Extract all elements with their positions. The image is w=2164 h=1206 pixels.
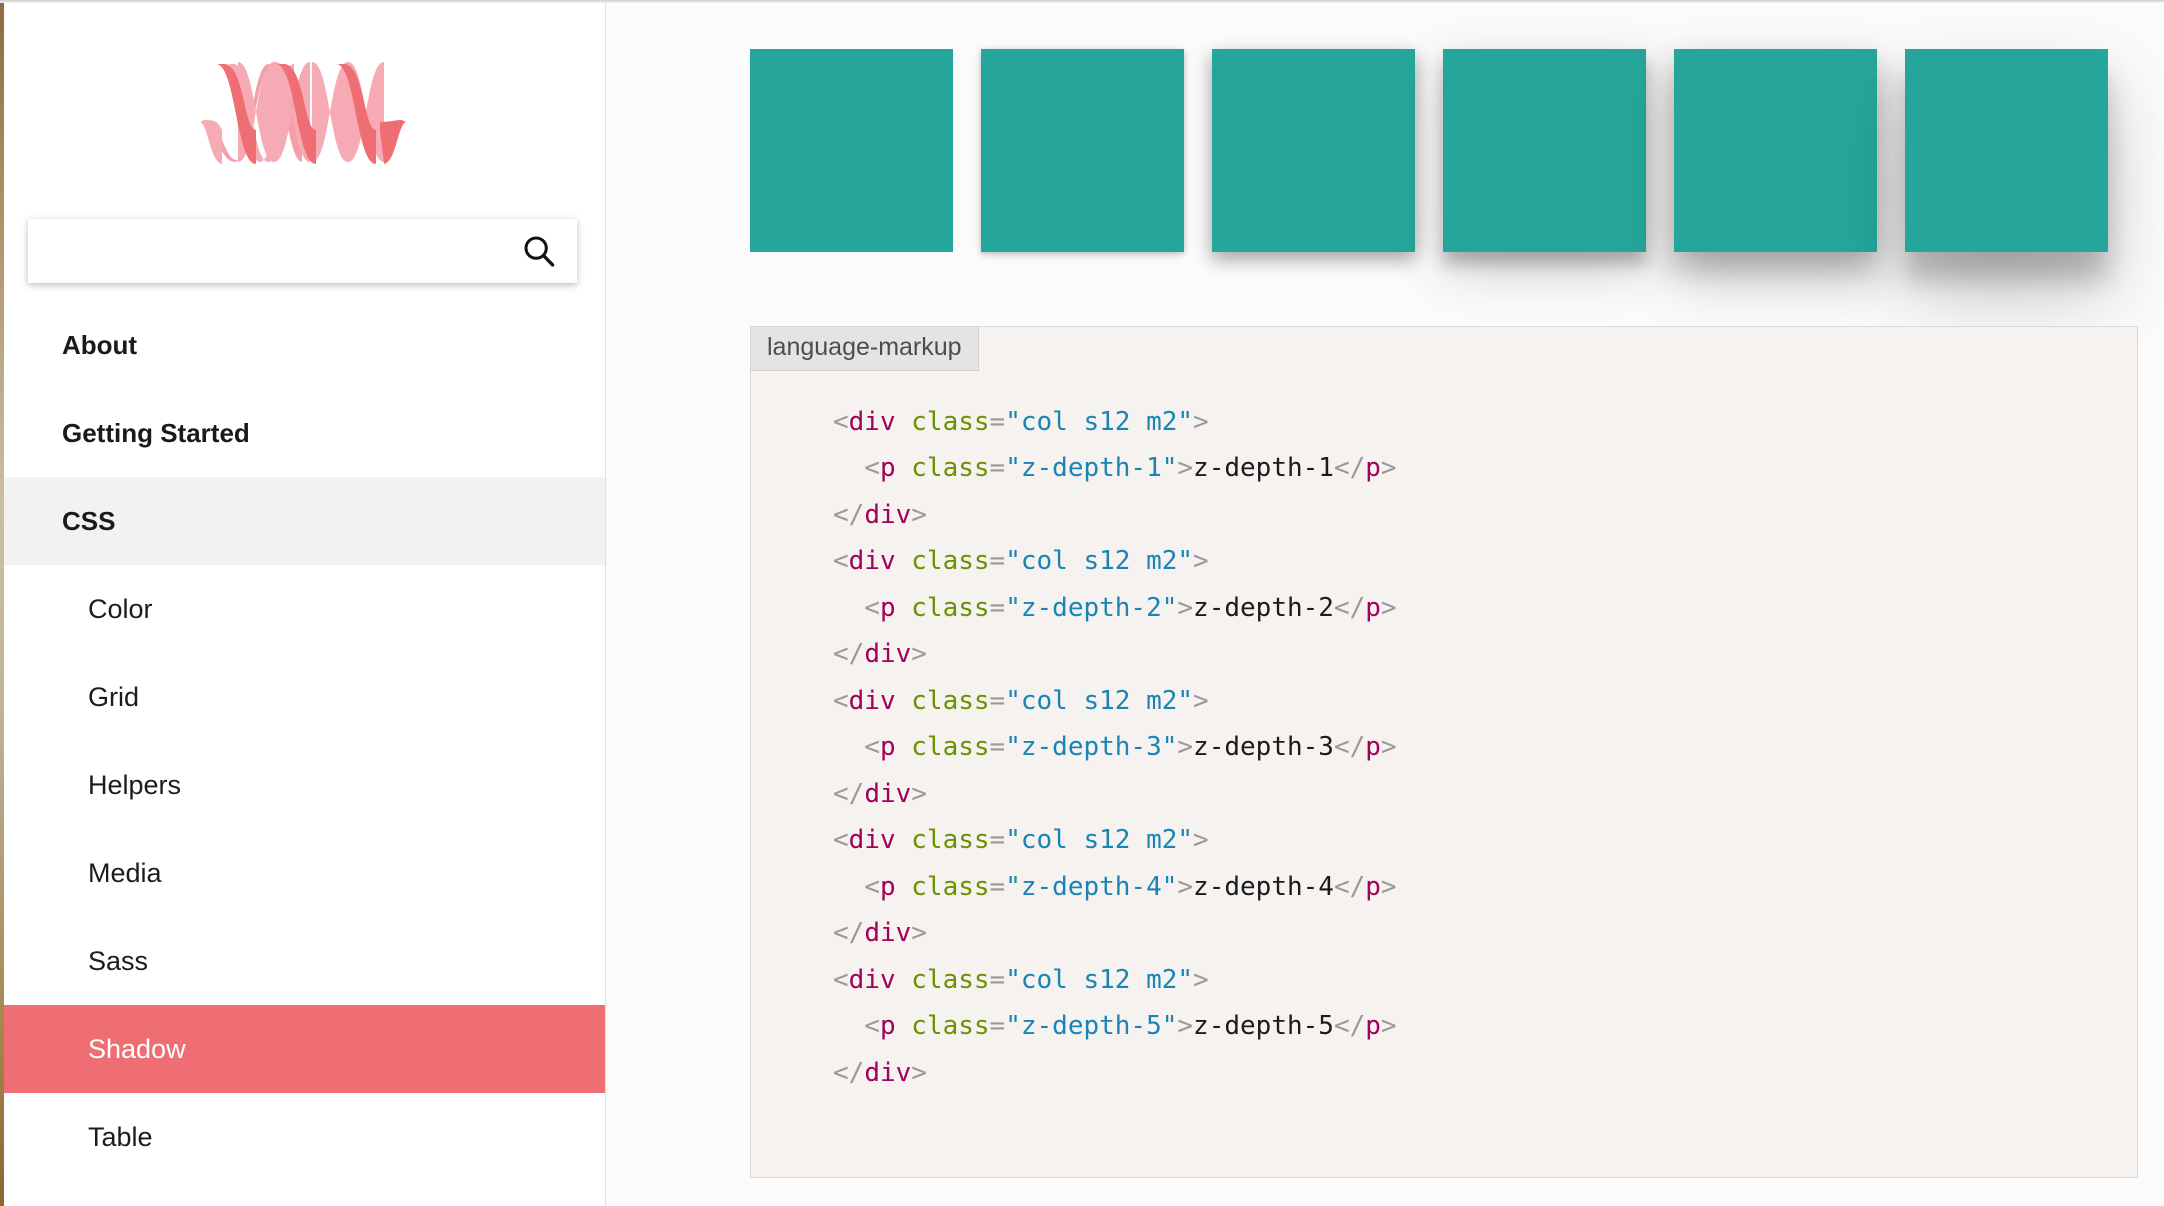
code-line: </div> [833, 918, 927, 949]
code-block: language-markup <div class="col s12 m2">… [750, 326, 2138, 1178]
code-line: <p class="z-depth-2">z-depth-2</p> [833, 592, 1397, 623]
search-button[interactable] [515, 220, 577, 282]
code-line: </div> [833, 639, 927, 670]
sidebar-item-getting-started[interactable]: Getting Started [0, 389, 605, 477]
sidebar-item-table[interactable]: Table [0, 1093, 605, 1181]
code-line: <p class="z-depth-4">z-depth-4</p> [833, 871, 1397, 902]
window-left-edge [0, 0, 4, 1206]
sidebar-item-color[interactable]: Color [0, 565, 605, 653]
sidebar: About Getting Started CSS Color Grid Hel… [0, 0, 606, 1206]
shadow-box-z-depth-0 [750, 49, 953, 252]
main-content: language-markup <div class="col s12 m2">… [606, 0, 2164, 1206]
sidebar-item-sass[interactable]: Sass [0, 917, 605, 1005]
sidebar-item-media[interactable]: Media [0, 829, 605, 917]
code-line: </div> [833, 1057, 927, 1088]
code-line: <div class="col s12 m2"> [833, 964, 1209, 995]
shadow-box-z-depth-5 [1905, 49, 2108, 252]
code-line: <p class="z-depth-3">z-depth-3</p> [833, 732, 1397, 763]
code-line: <div class="col s12 m2"> [833, 406, 1209, 437]
code-line: <p class="z-depth-1">z-depth-1</p> [833, 453, 1397, 484]
code-line: </div> [833, 778, 927, 809]
code-line: <div class="col s12 m2"> [833, 685, 1209, 716]
code-line: <div class="col s12 m2"> [833, 546, 1209, 577]
shadow-box-z-depth-1 [981, 49, 1184, 252]
search-input[interactable] [28, 220, 515, 282]
code-language-label: language-markup [751, 327, 979, 371]
code-content[interactable]: <div class="col s12 m2"> <p class="z-dep… [751, 371, 2137, 1097]
sidebar-item-shadow[interactable]: Shadow [0, 1005, 605, 1093]
sidebar-item-grid[interactable]: Grid [0, 653, 605, 741]
materialize-logo[interactable] [194, 52, 412, 170]
search-icon [524, 236, 555, 267]
app-root: About Getting Started CSS Color Grid Hel… [0, 0, 2164, 1206]
search-box[interactable] [28, 219, 577, 283]
shadow-box-z-depth-2 [1212, 49, 1415, 252]
sidebar-item-about[interactable]: About [0, 301, 605, 389]
code-line: </div> [833, 499, 927, 530]
sidebar-item-css[interactable]: CSS [0, 477, 605, 565]
code-line: <div class="col s12 m2"> [833, 825, 1209, 856]
shadow-box-z-depth-3 [1443, 49, 1646, 252]
window-top-edge [0, 0, 2164, 3]
sidebar-nav: About Getting Started CSS Color Grid Hel… [0, 301, 605, 1181]
shadow-box-z-depth-4 [1674, 49, 1877, 252]
logo-container [0, 3, 605, 219]
shadow-demo-row [606, 3, 2164, 303]
code-line: <p class="z-depth-5">z-depth-5</p> [833, 1011, 1397, 1042]
sidebar-item-helpers[interactable]: Helpers [0, 741, 605, 829]
